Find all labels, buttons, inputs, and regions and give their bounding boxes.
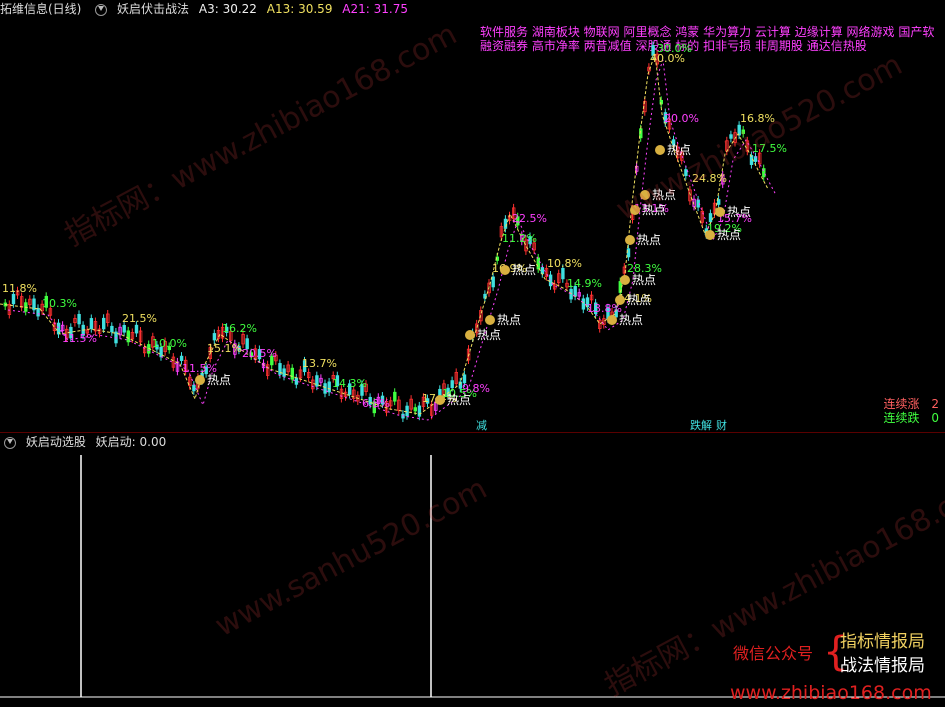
consecutive-down: 连续跌 0 (884, 409, 939, 426)
candle-body (393, 391, 397, 402)
ad-name-1: 指标情报局 (840, 632, 925, 652)
sub-indicator-panel[interactable]: 妖启动选股 妖启动: 0.00 (0, 433, 945, 707)
pct-label: 11.5% (62, 332, 97, 345)
ad-names: 指标情报局 战法情报局 (840, 630, 925, 678)
candle-body (708, 213, 713, 223)
hot-label: 热点 (667, 143, 691, 157)
candle-body (212, 333, 217, 341)
candle-body (290, 367, 294, 380)
coin-icon (630, 205, 640, 215)
candle-body (192, 384, 196, 392)
coin-icon (620, 275, 630, 285)
jie-marker: 跌解 (690, 419, 712, 432)
hot-label: 热点 (627, 293, 651, 307)
candle-body (102, 317, 106, 330)
candle-body (729, 134, 733, 139)
candle-body (36, 307, 40, 317)
hot-label: 热点 (619, 313, 643, 327)
hot-label: 热点 (652, 188, 676, 202)
candle-body (179, 355, 184, 361)
pct-label: 14.3% (332, 377, 367, 390)
hot-label: 热点 (477, 328, 501, 342)
coin-icon (607, 315, 617, 325)
pct-label: 14.9% (567, 277, 602, 290)
pct-label: 16.2% (222, 322, 257, 335)
coin-icon (435, 395, 445, 405)
hot-label: 热点 (727, 205, 751, 219)
pct-label: 11.8% (2, 282, 37, 295)
candle-body (417, 405, 422, 417)
pct-label: 30.0% (657, 42, 692, 55)
coin-icon (485, 315, 495, 325)
candle-body (684, 169, 688, 177)
coin-icon (705, 230, 715, 240)
candle-body (548, 274, 553, 287)
ad-wechat-label: 微信公众号 (733, 644, 814, 663)
hot-label: 热点 (637, 233, 661, 247)
pct-label: 10.0% (152, 337, 187, 350)
coin-icon (715, 207, 725, 217)
candle-body (491, 276, 495, 288)
pct-label: 10.8% (547, 257, 582, 270)
pct-label: 22.5% (512, 212, 547, 225)
consecutive-down-value: 0 (931, 411, 939, 425)
coin-icon (655, 145, 665, 155)
candle-body (327, 381, 331, 393)
ad-url: www.zhibiao168.com (730, 682, 932, 704)
hot-label: 热点 (497, 313, 521, 327)
candle-body (741, 129, 745, 134)
candle-body (122, 325, 126, 333)
candle-body (126, 330, 130, 343)
pct-label: 6.8% (362, 397, 390, 410)
pct-label: 11.2% (502, 232, 537, 245)
signal-chart (0, 455, 945, 698)
sell-marker: 减 (476, 419, 487, 432)
cai-marker: 财 (716, 419, 727, 432)
pct-label: 20.5% (242, 347, 277, 360)
coin-icon (615, 295, 625, 305)
coin-icon (625, 235, 635, 245)
pct-label: 13.7% (302, 357, 337, 370)
hot-label: 热点 (632, 273, 656, 287)
candle-body (282, 368, 286, 377)
main-chart-panel[interactable]: 拓维信息(日线) 妖启伏击战法 A3: 30.22 A13: 30.59 A21… (0, 0, 945, 432)
candle-body (581, 298, 586, 310)
candle-body (110, 325, 114, 333)
candle-body (294, 377, 299, 385)
candle-body (89, 318, 94, 330)
hot-label: 热点 (642, 203, 666, 217)
candle-body (405, 405, 409, 417)
coin-icon (640, 190, 650, 200)
candle-body (134, 324, 139, 334)
coin-icon (195, 375, 205, 385)
pct-label: 16.8% (740, 112, 775, 125)
candle-body (323, 383, 327, 394)
pct-label: 21.5% (122, 312, 157, 325)
hot-label: 热点 (717, 228, 741, 242)
pct-label: 20.0% (664, 112, 699, 125)
candle-body (11, 293, 16, 305)
candle-body (536, 257, 540, 270)
hot-label: 热点 (207, 373, 231, 387)
candlestick-chart[interactable]: 11.8%10.3%11.5%21.5%10.0%11.5%15.1%16.2%… (0, 0, 945, 432)
coin-icon (465, 330, 475, 340)
pct-label: 17.5% (752, 142, 787, 155)
candle-body (77, 313, 81, 325)
candle-body (503, 218, 508, 229)
ad-name-2: 战法情报局 (840, 656, 925, 676)
pct-label: 10.3% (42, 297, 77, 310)
hot-label: 热点 (512, 263, 536, 277)
hot-label: 热点 (447, 393, 471, 407)
pct-label: 24.8% (692, 172, 727, 185)
candle-body (413, 407, 417, 412)
coin-icon (500, 265, 510, 275)
consecutive-down-label: 连续跌 (883, 411, 920, 425)
pct-label: 15.1% (207, 342, 242, 355)
